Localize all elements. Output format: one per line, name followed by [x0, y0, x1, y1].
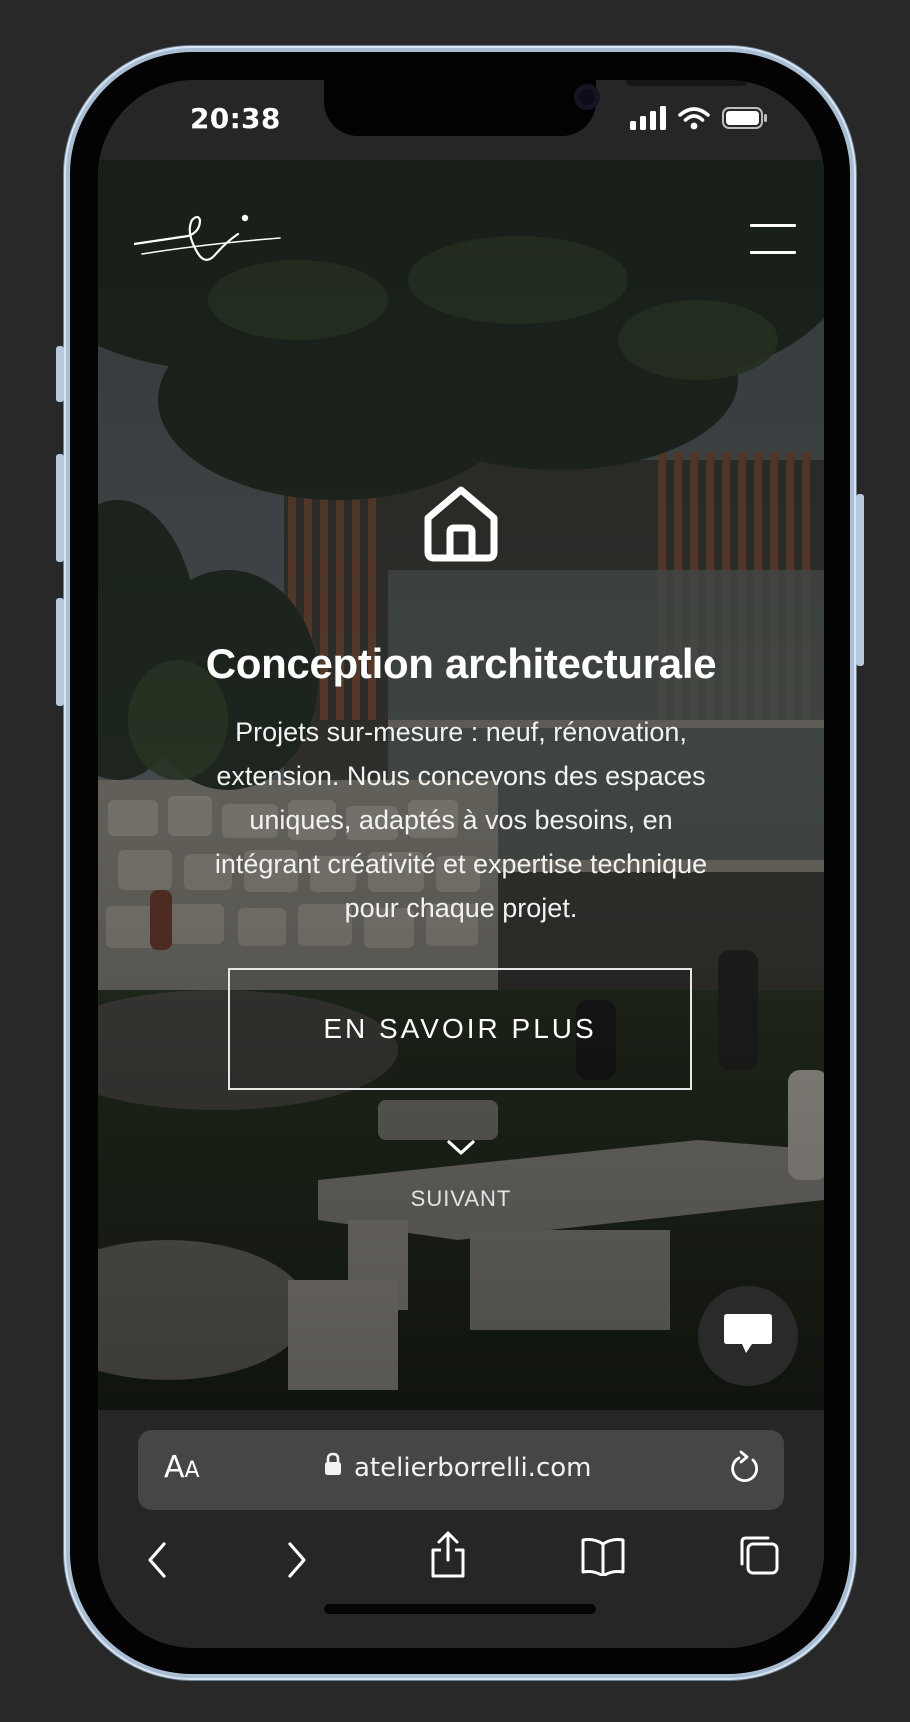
hero-title: Conception architecturale	[205, 640, 717, 687]
chat-button[interactable]	[698, 1286, 798, 1386]
chat-bubble-icon	[722, 1313, 774, 1360]
hero-description-line: uniques, adaptés à vos besoins, en	[249, 805, 673, 835]
front-camera	[574, 84, 600, 110]
hero-description-line: Projets sur-mesure : neuf, rénovation,	[235, 717, 687, 747]
status-time: 20:38	[190, 102, 281, 135]
signature-logo-icon[interactable]	[132, 214, 282, 289]
wifi-icon	[678, 106, 710, 135]
next-section-link[interactable]: SUIVANT	[98, 1186, 824, 1212]
url-display: atelierborrelli.com	[324, 1452, 591, 1483]
bookmarks-icon[interactable]	[580, 1536, 626, 1581]
earpiece-speaker	[626, 80, 748, 86]
text-size-label-small: A	[184, 1458, 200, 1483]
home-indicator[interactable]	[324, 1604, 596, 1614]
hero-description-line: extension. Nous concevons des espaces	[216, 761, 706, 791]
battery-icon	[722, 106, 768, 135]
hero-section: Conception architecturale Projets sur-me…	[98, 160, 824, 1410]
volume-up-button	[56, 454, 64, 562]
url-text: atelierborrelli.com	[354, 1452, 592, 1483]
notch	[324, 80, 748, 136]
tabs-icon[interactable]	[738, 1534, 780, 1581]
text-size-label-big: A	[164, 1450, 185, 1485]
hero-description-line: pour chaque projet.	[344, 893, 578, 923]
power-button	[856, 494, 864, 666]
volume-down-button	[56, 598, 64, 706]
house-icon	[420, 482, 502, 569]
lock-icon	[324, 1452, 342, 1483]
reload-icon[interactable]	[728, 1448, 762, 1493]
text-size-button[interactable]: AA	[164, 1450, 200, 1485]
browser-nav-row	[98, 1531, 824, 1600]
phone-screen: 20:38 Conception architecturale Projets …	[98, 80, 824, 1648]
forward-icon[interactable]	[284, 1540, 310, 1585]
silent-switch	[56, 346, 64, 402]
signal-icon	[630, 106, 666, 135]
hero-description-line: intégrant créativité et expertise techni…	[214, 849, 708, 879]
chevron-down-icon[interactable]	[447, 1140, 475, 1161]
share-icon[interactable]	[428, 1530, 468, 1585]
address-bar[interactable]: AA atelierborrelli.com	[138, 1430, 784, 1510]
learn-more-button[interactable]: EN SAVOIR PLUS	[228, 968, 692, 1090]
hamburger-menu-icon[interactable]	[750, 224, 796, 254]
status-bar: 20:38	[98, 80, 824, 160]
back-icon[interactable]	[144, 1540, 170, 1585]
status-icons	[630, 106, 768, 135]
hero-description: Projets sur-mesure : neuf, rénovation, e…	[164, 710, 758, 930]
